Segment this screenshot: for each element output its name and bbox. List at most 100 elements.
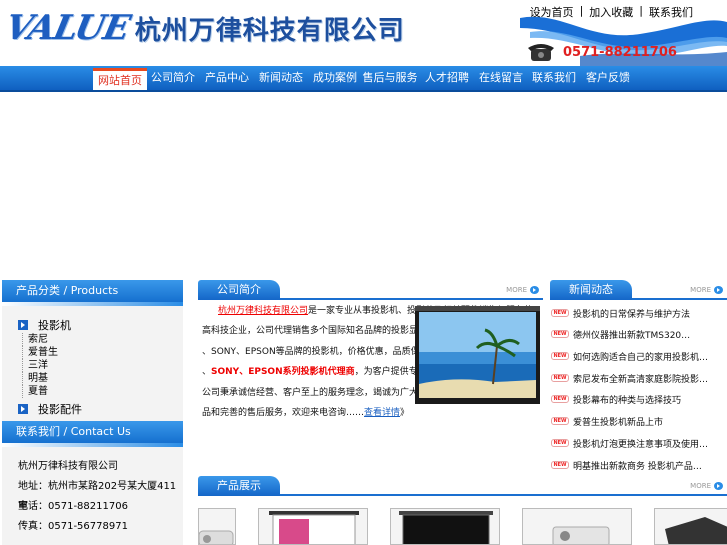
intro-line-3: 、SONY、EPSON等品牌的投影机，价格优惠，品质保证。 bbox=[202, 347, 438, 357]
contact-phone: 电话：0571-88211706 bbox=[18, 501, 128, 512]
telephone-icon bbox=[528, 44, 554, 61]
contact-sidebar-title: 联系我们 / Contact Us bbox=[2, 421, 183, 447]
news-item[interactable]: NEW 投影机的日常保养与维护方法 bbox=[551, 306, 690, 320]
intro-line-6: 品和完善的售后服务，欢迎来电咨询……查看详情》 bbox=[202, 403, 409, 423]
new-badge-icon: NEW bbox=[551, 439, 569, 447]
product-thumbnail[interactable] bbox=[258, 508, 368, 545]
news-title-text: 爱普生投影机新品上市 bbox=[573, 417, 664, 428]
intro-title: 公司简介 bbox=[198, 280, 280, 300]
product-thumbnail[interactable] bbox=[390, 508, 500, 545]
new-badge-icon: NEW bbox=[551, 309, 569, 317]
category-label: 投影配件 bbox=[38, 402, 82, 416]
category-arrow-icon bbox=[18, 319, 28, 330]
more-label: MORE bbox=[690, 286, 711, 294]
nav-item-about[interactable]: 公司简介 bbox=[146, 66, 200, 90]
nav-item-news[interactable]: 新闻动态 bbox=[254, 66, 308, 90]
nav-item-message[interactable]: 在线留言 bbox=[474, 66, 528, 90]
new-badge-icon: NEW bbox=[551, 374, 569, 382]
intro-text: 》 bbox=[400, 408, 410, 418]
intro-text: 品和完善的售后服务，欢迎来电咨询…… bbox=[202, 408, 365, 418]
intro-detail-link[interactable]: 查看详情 bbox=[364, 408, 400, 418]
products-header: 产品展示 MORE bbox=[198, 476, 727, 496]
projector-image bbox=[199, 530, 234, 544]
new-badge-icon: NEW bbox=[551, 461, 569, 469]
main-nav: 网站首页 公司简介 产品中心 新闻动态 成功案例 售后与服务 人才招聘 在线留言… bbox=[0, 66, 727, 92]
more-arrow-icon bbox=[714, 482, 723, 490]
banner-area bbox=[0, 92, 727, 278]
more-label: MORE bbox=[506, 286, 527, 294]
contact-fax: 传真：0571-56778971 bbox=[18, 521, 128, 532]
subcategory-item[interactable]: 索尼 bbox=[2, 333, 183, 346]
projector-image bbox=[665, 517, 727, 544]
contact-company: 杭州万律科技有限公司 bbox=[18, 461, 118, 472]
more-arrow-icon bbox=[714, 286, 723, 294]
news-title-text: 索尼发布全新高清家庭影院投影… bbox=[573, 374, 709, 385]
top-links: 设为首页 | 加入收藏 | 联系我们 bbox=[530, 4, 693, 20]
screen-image bbox=[399, 511, 493, 544]
nav-item-service[interactable]: 售后与服务 bbox=[358, 66, 422, 90]
projection-screen-image bbox=[415, 306, 540, 404]
category-projector[interactable]: 投影机 bbox=[2, 316, 183, 333]
top-link-home[interactable]: 设为首页 bbox=[530, 4, 574, 20]
news-title: 新闻动态 bbox=[550, 280, 632, 300]
company-name: 杭州万律科技有限公司 bbox=[134, 15, 405, 46]
news-title-text: 如何选购适合自己的家用投影机… bbox=[573, 352, 709, 363]
category-label: 投影机 bbox=[38, 318, 71, 332]
more-arrow-icon bbox=[530, 286, 539, 294]
contact-address: 地址：杭州市某路202号某大厦411室 bbox=[18, 481, 177, 512]
site-header: VALUE 杭州万律科技有限公司 设为首页 | 加入收藏 | 联系我们 0571… bbox=[0, 0, 727, 66]
news-more-link[interactable]: MORE bbox=[690, 286, 723, 294]
left-sidebar: 产品分类 / Products 投影机 索尼 爱普生 三洋 明基 夏普 投影配件… bbox=[2, 280, 183, 545]
logo[interactable]: VALUE 杭州万律科技有限公司 bbox=[2, 8, 405, 48]
product-thumbnail[interactable] bbox=[198, 508, 236, 545]
nav-item-home[interactable]: 网站首页 bbox=[93, 68, 147, 90]
news-header: 新闻动态 MORE bbox=[550, 280, 727, 300]
phone-number: 0571-88211706 bbox=[563, 45, 677, 60]
nav-item-products[interactable]: 产品中心 bbox=[200, 66, 254, 90]
nav-item-contact[interactable]: 联系我们 bbox=[527, 66, 581, 90]
subcategory-item[interactable]: 三洋 bbox=[2, 359, 183, 372]
news-item[interactable]: NEW 索尼发布全新高清家庭影院投影… bbox=[551, 371, 708, 385]
top-link-contact[interactable]: 联系我们 bbox=[649, 4, 693, 20]
intro-highlight: SONY、EPSON系列投影机代理商 bbox=[211, 367, 355, 377]
subcategory-item[interactable]: 明基 bbox=[2, 372, 183, 385]
product-thumbnail[interactable] bbox=[522, 508, 632, 545]
news-item[interactable]: NEW 明基推出新款商务 投影机产品… bbox=[551, 458, 702, 472]
news-title-text: 投影机灯泡更换注意事项及使用… bbox=[573, 439, 709, 450]
intro-more-link[interactable]: MORE bbox=[506, 286, 539, 294]
top-link-favorite[interactable]: 加入收藏 bbox=[589, 4, 633, 20]
news-title-text: 投影机的日常保养与维护方法 bbox=[573, 309, 691, 320]
separator: | bbox=[579, 4, 584, 17]
products-more-link[interactable]: MORE bbox=[690, 482, 723, 490]
nav-item-jobs[interactable]: 人才招聘 bbox=[420, 66, 474, 90]
separator: | bbox=[639, 4, 643, 17]
news-title-text: 明基推出新款商务 投影机产品… bbox=[573, 461, 702, 472]
more-label: MORE bbox=[690, 482, 711, 490]
products-title: 产品展示 bbox=[198, 476, 280, 496]
nav-item-cases[interactable]: 成功案例 bbox=[308, 66, 362, 90]
new-badge-icon: NEW bbox=[551, 330, 569, 338]
new-badge-icon: NEW bbox=[551, 417, 569, 425]
subcategory-item[interactable]: 夏普 bbox=[2, 385, 183, 398]
category-arrow-icon bbox=[18, 403, 28, 414]
category-accessories[interactable]: 投影配件 bbox=[2, 400, 183, 417]
subcategory-item[interactable]: 爱普生 bbox=[2, 346, 183, 359]
nav-item-feedback[interactable]: 客户反馈 bbox=[581, 66, 635, 90]
projector-image bbox=[552, 526, 610, 544]
intro-company-link[interactable]: 杭州万律科技有限公司 bbox=[218, 306, 308, 316]
news-item[interactable]: NEW 投影机灯泡更换注意事项及使用… bbox=[551, 436, 708, 450]
screen-image bbox=[269, 511, 359, 544]
news-item[interactable]: NEW 如何选购适合自己的家用投影机… bbox=[551, 349, 708, 363]
news-title-text: 德州仪器推出新款TMS320… bbox=[573, 330, 691, 341]
news-item[interactable]: NEW 德州仪器推出新款TMS320… bbox=[551, 327, 690, 341]
intro-header: 公司简介 MORE bbox=[198, 280, 543, 300]
new-badge-icon: NEW bbox=[551, 352, 569, 360]
news-item[interactable]: NEW 爱普生投影机新品上市 bbox=[551, 414, 663, 428]
intro-text: 、 bbox=[202, 367, 212, 377]
news-title-text: 投影幕布的种类与选择技巧 bbox=[573, 395, 682, 406]
news-item[interactable]: NEW 投影幕布的种类与选择技巧 bbox=[551, 392, 681, 406]
product-thumbnail[interactable] bbox=[654, 508, 727, 545]
new-badge-icon: NEW bbox=[551, 395, 569, 403]
logo-mark: VALUE bbox=[1, 8, 133, 48]
products-sidebar-title: 产品分类 / Products bbox=[2, 280, 183, 306]
